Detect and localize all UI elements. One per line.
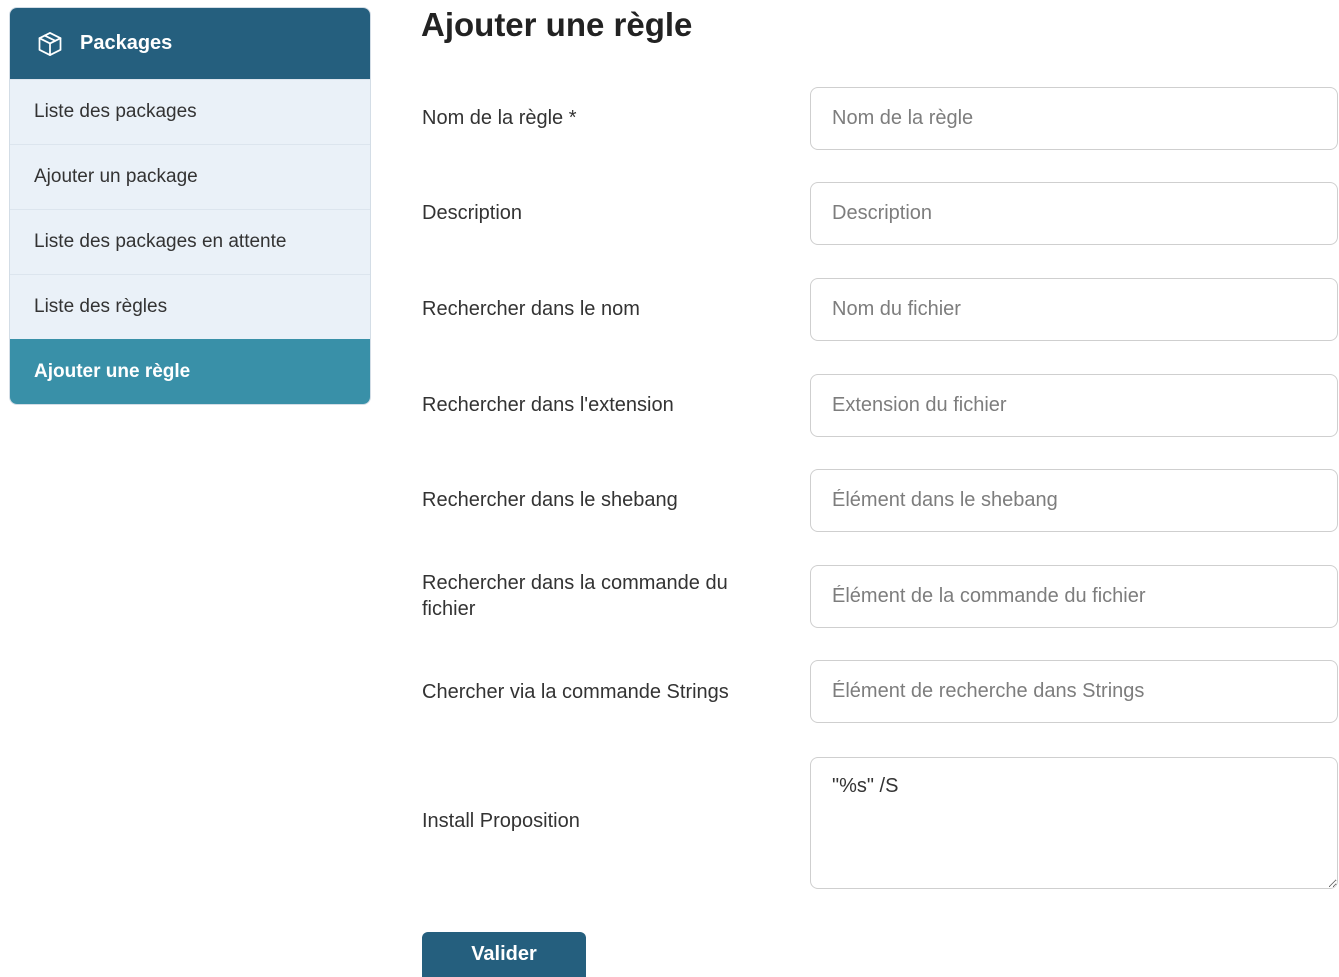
sidebar-item-rules-list[interactable]: Liste des règles [10,274,370,339]
install-proposition-textarea[interactable]: "%s" /S [810,757,1338,889]
install-proposition-label: Install Proposition [422,810,580,832]
search-shebang-label: Rechercher dans le shebang [422,489,678,511]
rule-name-input[interactable] [810,87,1338,150]
file-command-input[interactable] [810,565,1338,628]
submit-button[interactable]: Valider [422,932,586,977]
sidebar-title: Packages [80,32,173,54]
sidebar-header: Packages [10,8,370,79]
search-extension-label: Rechercher dans l'extension [422,394,674,416]
sidebar-item-package-list[interactable]: Liste des packages [10,79,370,144]
description-input[interactable] [810,182,1338,245]
shebang-input[interactable] [810,469,1338,532]
sidebar: Packages Liste des packages Ajouter un p… [9,7,371,405]
description-label: Description [422,202,523,224]
file-name-input[interactable] [810,278,1338,341]
strings-search-input[interactable] [810,660,1338,723]
search-name-label: Rechercher dans le nom [422,298,640,320]
sidebar-item-add-rule[interactable]: Ajouter une règle [10,339,370,404]
rule-name-label: Nom de la règle * [422,107,577,129]
sidebar-item-pending-packages[interactable]: Liste des packages en attente [10,209,370,274]
file-extension-input[interactable] [810,374,1338,437]
page-title: Ajouter une règle [421,6,693,43]
search-file-command-label: Rechercher dans la commande du fichier [422,572,728,620]
strings-command-label: Chercher via la commande Strings [422,681,729,703]
sidebar-item-add-package[interactable]: Ajouter un package [10,144,370,209]
main-content: Ajouter une règle Nom de la règle * Desc… [421,0,1339,977]
package-box-icon [36,30,64,58]
